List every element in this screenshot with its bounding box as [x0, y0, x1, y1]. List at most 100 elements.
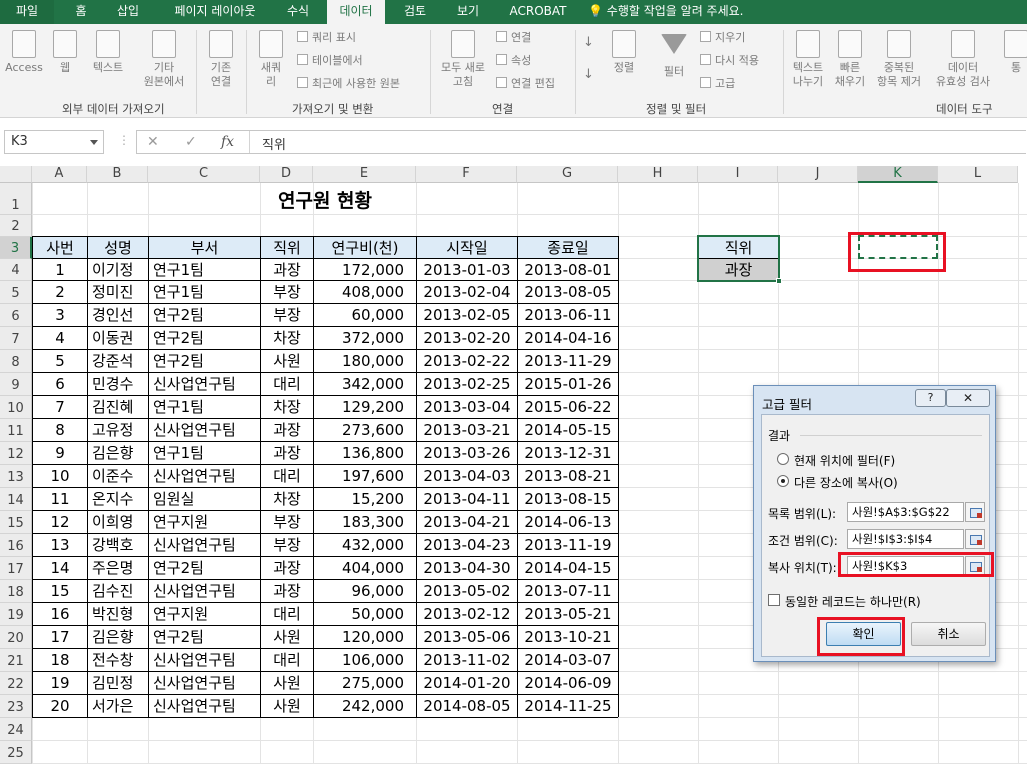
table-cell[interactable]: 19 [33, 672, 87, 694]
table-cell[interactable]: 신사업연구팀 [149, 695, 260, 717]
tab-data[interactable]: 데이터 [327, 0, 385, 24]
table-cell[interactable]: 2014-06-09 [518, 672, 618, 694]
access-button[interactable]: Access [4, 30, 44, 75]
table-cell[interactable]: 이준수 [88, 465, 148, 487]
table-cell[interactable]: 2013-02-05 [417, 304, 517, 326]
table-cell[interactable]: 과장 [261, 580, 313, 602]
row-header-8[interactable]: 8 [0, 350, 32, 373]
table-cell[interactable]: 1 [33, 259, 87, 280]
row-header-10[interactable]: 10 [0, 396, 32, 419]
tell-me-box[interactable]: 💡 수행할 작업을 알려 주세요. [588, 0, 768, 24]
table-cell[interactable]: 전수창 [88, 649, 148, 671]
column-header-h[interactable]: H [618, 166, 698, 183]
table-cell[interactable]: 172,000 [314, 259, 416, 280]
table-cell[interactable]: 사원 [261, 672, 313, 694]
table-cell[interactable]: 12 [33, 511, 87, 533]
table-cell[interactable]: 4 [33, 327, 87, 349]
table-cell[interactable]: 2013-04-23 [417, 534, 517, 556]
list-range-collapse-icon[interactable] [965, 502, 985, 522]
table-cell[interactable]: 2015-01-26 [518, 373, 618, 395]
properties-button[interactable]: 속성 [496, 54, 531, 68]
help-button[interactable]: ? [915, 389, 946, 407]
table-cell[interactable]: 372,000 [314, 327, 416, 349]
table-cell[interactable]: 경인선 [88, 304, 148, 326]
column-header-l[interactable]: L [938, 166, 1018, 183]
table-cell[interactable]: 사원 [261, 350, 313, 372]
table-cell[interactable]: 2013-04-21 [417, 511, 517, 533]
table-cell[interactable]: 신사업연구팀 [149, 419, 260, 441]
table-cell[interactable]: 정미진 [88, 281, 148, 303]
table-cell[interactable]: 연구지원 [149, 603, 260, 625]
tab-page-layout[interactable]: 페이지 레이아웃 [160, 0, 270, 24]
row-header-20[interactable]: 20 [0, 626, 32, 649]
tab-file[interactable]: 파일 [0, 0, 54, 24]
table-cell[interactable]: 2013-07-11 [518, 580, 618, 602]
table-cell[interactable]: 주은명 [88, 557, 148, 579]
column-header-k[interactable]: K [858, 166, 938, 183]
tab-view[interactable]: 보기 [448, 0, 488, 24]
table-cell[interactable]: 2013-02-20 [417, 327, 517, 349]
table-cell[interactable]: 2013-02-04 [417, 281, 517, 303]
table-cell[interactable]: 연구2팀 [149, 350, 260, 372]
table-cell[interactable]: 197,600 [314, 465, 416, 487]
row-header-15[interactable]: 15 [0, 511, 32, 534]
table-cell[interactable]: 서가은 [88, 695, 148, 717]
other-sources-button[interactable]: 기타 원본에서 [138, 30, 190, 89]
refresh-all-button[interactable]: 모두 새로 고침 [436, 30, 490, 89]
table-header-cell[interactable]: 종료일 [518, 237, 618, 258]
fill-handle[interactable] [776, 278, 782, 284]
table-cell[interactable]: 신사업연구팀 [149, 649, 260, 671]
table-cell[interactable]: 129,200 [314, 396, 416, 418]
table-cell[interactable]: 이동권 [88, 327, 148, 349]
consolidate-button[interactable]: 통 [1004, 30, 1027, 75]
table-cell[interactable]: 2013-12-31 [518, 442, 618, 464]
row-header-17[interactable]: 17 [0, 557, 32, 580]
table-cell[interactable]: 15 [33, 580, 87, 602]
row-header-21[interactable]: 21 [0, 649, 32, 672]
table-cell[interactable]: 임원실 [149, 488, 260, 510]
text-to-columns-button[interactable]: 텍스트 나누기 [788, 30, 828, 89]
table-cell[interactable]: 대리 [261, 465, 313, 487]
table-header-cell[interactable]: 직위 [261, 237, 313, 258]
table-cell[interactable]: 과장 [261, 259, 313, 280]
table-cell[interactable]: 7 [33, 396, 87, 418]
table-cell[interactable]: 120,000 [314, 626, 416, 648]
connections-button[interactable]: 연결 [496, 31, 531, 45]
table-cell[interactable]: 183,300 [314, 511, 416, 533]
table-cell[interactable]: 6 [33, 373, 87, 395]
table-cell[interactable]: 차장 [261, 396, 313, 418]
table-cell[interactable]: 404,000 [314, 557, 416, 579]
table-cell[interactable]: 180,000 [314, 350, 416, 372]
table-cell[interactable]: 106,000 [314, 649, 416, 671]
row-header-4[interactable]: 4 [0, 259, 32, 281]
reapply-button[interactable]: 다시 적용 [700, 54, 759, 68]
table-cell[interactable]: 김은향 [88, 626, 148, 648]
tab-formulas[interactable]: 수식 [278, 0, 318, 24]
table-cell[interactable]: 신사업연구팀 [149, 580, 260, 602]
column-header-f[interactable]: F [416, 166, 517, 183]
table-cell[interactable]: 사원 [261, 695, 313, 717]
tab-home[interactable]: 홈 [62, 0, 100, 24]
insert-function-icon[interactable]: fx [221, 134, 234, 150]
column-header-a[interactable]: A [32, 166, 87, 183]
table-cell[interactable]: 432,000 [314, 534, 416, 556]
unique-records-checkbox[interactable] [768, 594, 780, 606]
close-icon[interactable]: ✕ [946, 389, 990, 407]
clear-button[interactable]: 지우기 [700, 31, 745, 45]
column-header-i[interactable]: I [698, 166, 778, 183]
table-cell[interactable]: 16 [33, 603, 87, 625]
table-header-cell[interactable]: 부서 [149, 237, 260, 258]
formula-input[interactable]: 직위 [262, 134, 286, 153]
table-cell[interactable]: 2013-11-29 [518, 350, 618, 372]
table-cell[interactable]: 15,200 [314, 488, 416, 510]
cancel-button[interactable]: 취소 [911, 622, 986, 646]
table-cell[interactable]: 연구2팀 [149, 327, 260, 349]
sort-button[interactable]: 정렬 [606, 30, 642, 75]
table-cell[interactable]: 2014-04-16 [518, 327, 618, 349]
column-header-j[interactable]: J [778, 166, 858, 183]
table-cell[interactable]: 50,000 [314, 603, 416, 625]
table-cell[interactable]: 136,800 [314, 442, 416, 464]
table-cell[interactable]: 연구1팀 [149, 396, 260, 418]
table-cell[interactable]: 2013-04-11 [417, 488, 517, 510]
table-cell[interactable]: 과장 [261, 442, 313, 464]
